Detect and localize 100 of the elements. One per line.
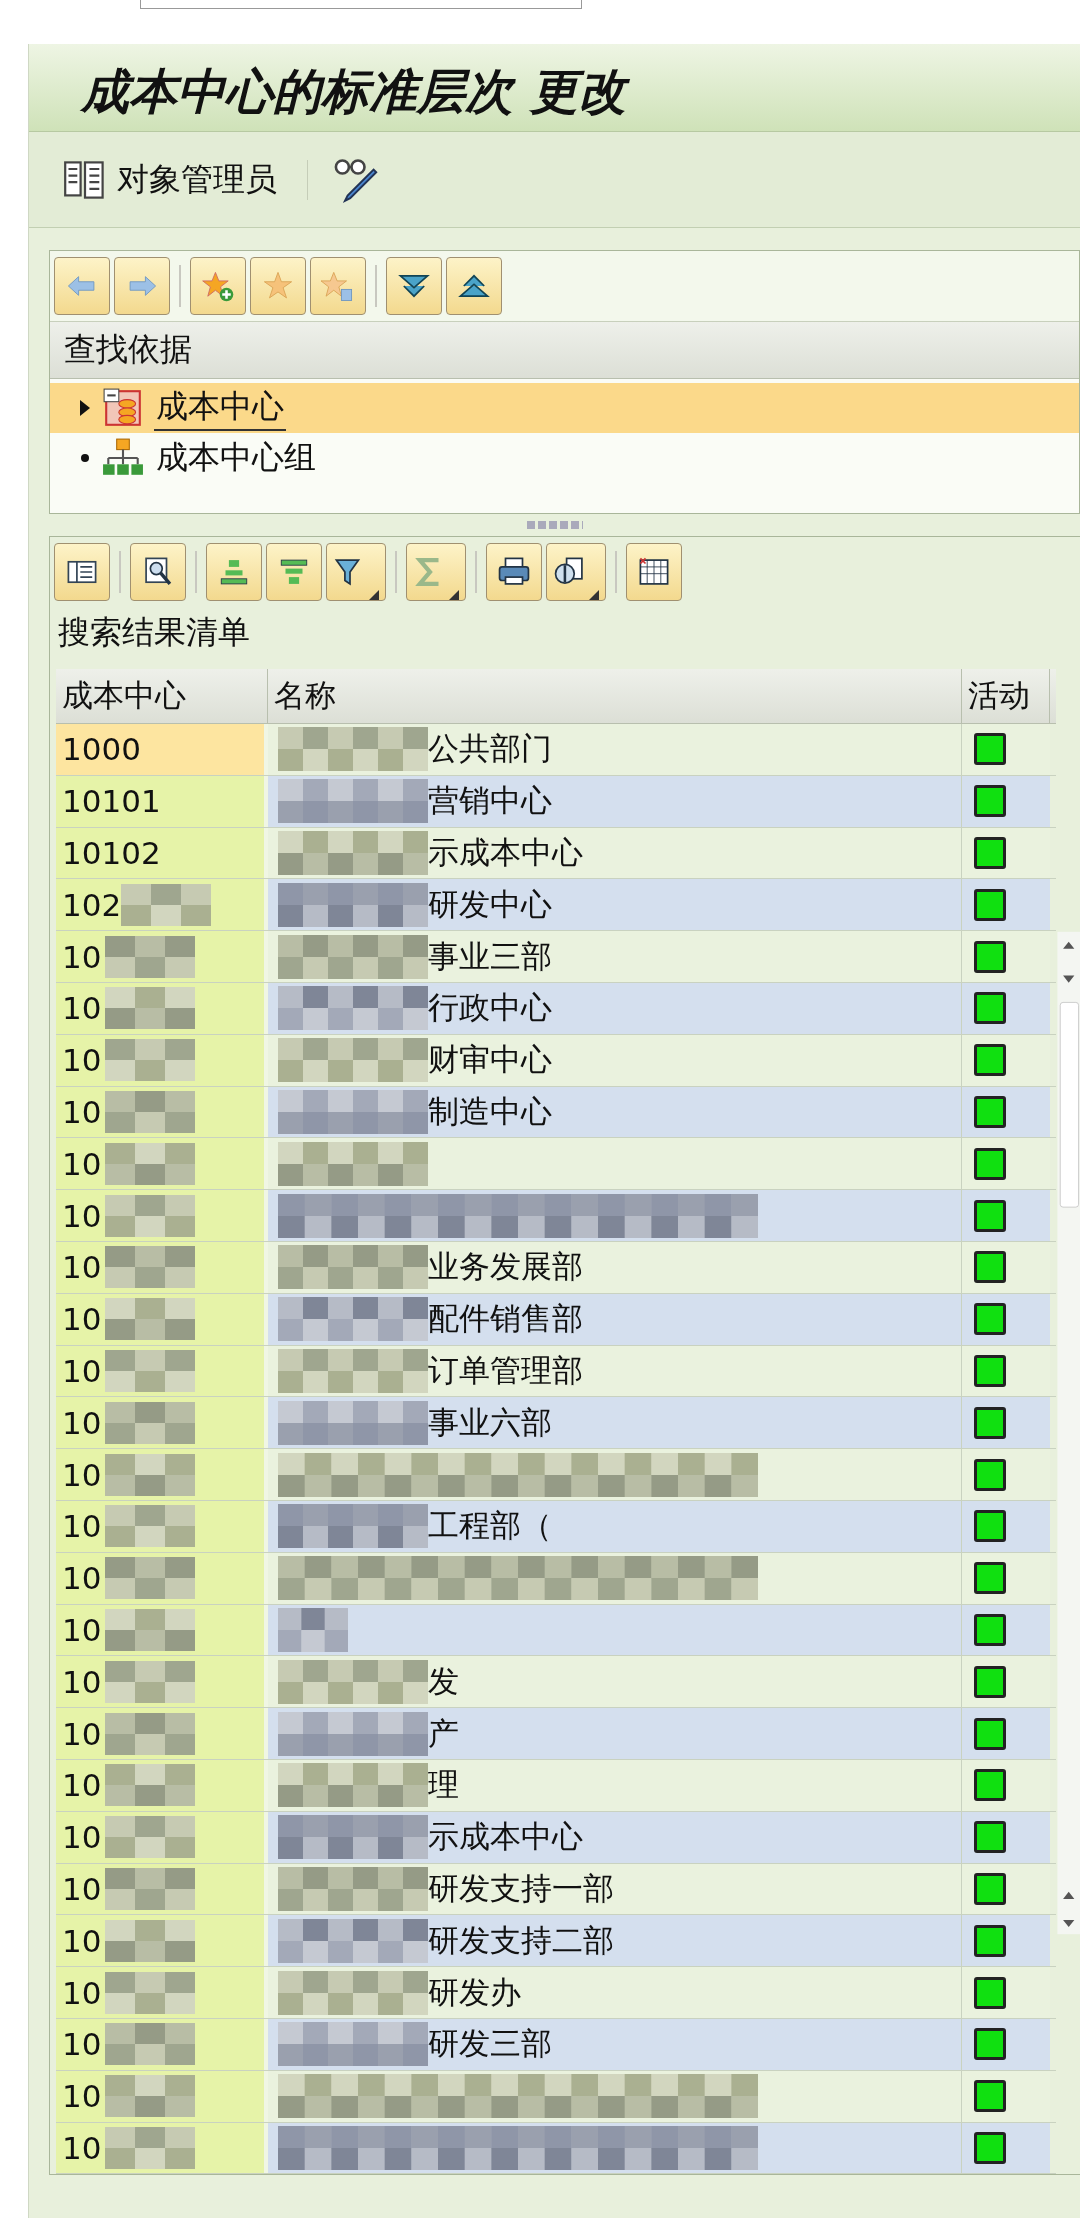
- star-trash-button[interactable]: [310, 257, 366, 315]
- cost-center-name: 工程部（: [428, 1506, 552, 1546]
- column-header[interactable]: 成本中心: [56, 669, 268, 723]
- cost-center-name: 理: [428, 1765, 459, 1805]
- print-button[interactable]: [486, 543, 542, 601]
- tree-item[interactable]: 成本中心: [154, 385, 286, 431]
- table-cell[interactable]: 10: [56, 1190, 268, 1241]
- cost-center-code: 10101: [62, 783, 161, 820]
- star-plus-icon: [201, 269, 235, 303]
- table-cell[interactable]: 1000: [56, 724, 268, 775]
- cost-center-name: 研发三部: [428, 2024, 552, 2064]
- table-cell[interactable]: 10: [56, 2070, 268, 2122]
- cost-center-name: 示成本中心: [428, 1817, 583, 1857]
- panel-heading: 查找依据: [50, 321, 1079, 379]
- cost-center-name: 示成本中心: [428, 833, 583, 872]
- cost-center-code: 10: [62, 1042, 102, 1079]
- cost-center-code: 10: [62, 2078, 102, 2115]
- table-cell[interactable]: 10: [56, 1034, 268, 1086]
- cost-center-code: 10: [62, 1508, 102, 1545]
- list-title: 搜索结果清单: [57, 612, 251, 653]
- table-cell[interactable]: 10: [56, 2122, 268, 2174]
- cost-center-name: 发: [428, 1661, 459, 1701]
- table-cell[interactable]: 102: [56, 879, 268, 931]
- cost-center-code: 10: [62, 1870, 102, 1907]
- table-cell[interactable]: 10: [56, 1449, 268, 1500]
- table-cell[interactable]: 10: [56, 1552, 268, 1604]
- table-cell[interactable]: 10: [56, 1241, 268, 1293]
- table-cell[interactable]: 10: [56, 1138, 268, 1190]
- table-cell[interactable]: 10: [56, 1604, 268, 1656]
- cost-center-icon: [102, 387, 144, 429]
- magnifier-button[interactable]: [130, 543, 186, 601]
- cost-center-code: 10: [62, 1145, 102, 1182]
- cost-center-code: 10: [62, 1715, 102, 1752]
- cost-center-code: 10: [62, 1197, 102, 1234]
- cost-center-name: 配件销售部: [428, 1299, 583, 1339]
- dropdown-icon: [369, 590, 379, 600]
- table-cell[interactable]: 10: [56, 2018, 268, 2070]
- forward-arrow-button[interactable]: [114, 257, 170, 315]
- sum-button[interactable]: [406, 543, 466, 601]
- star-button[interactable]: [250, 257, 306, 315]
- filter-button[interactable]: [326, 543, 386, 601]
- collapse-all-button[interactable]: [446, 257, 502, 315]
- cost-center-code: 10: [62, 1611, 102, 1648]
- column-header[interactable]: 活动: [962, 669, 1050, 723]
- back-arrow-button[interactable]: [54, 257, 110, 315]
- cost-center-code: 10: [62, 2026, 102, 2063]
- expand-all-button[interactable]: [386, 257, 442, 315]
- table-cell[interactable]: 10: [56, 983, 268, 1034]
- cost-center-code: 10: [62, 1560, 102, 1597]
- dropdown-icon: [449, 590, 459, 600]
- cost-center-name: 制造中心: [428, 1091, 552, 1131]
- cost-center-name: 公共部门: [428, 729, 552, 769]
- bullet-icon: [81, 454, 89, 462]
- cost-center-code: 10: [62, 1093, 102, 1130]
- cost-center-code: 10: [62, 1249, 102, 1286]
- layout-button[interactable]: [54, 543, 110, 601]
- cost-center-code: 10: [62, 1404, 102, 1441]
- table-cell[interactable]: 10: [56, 1086, 268, 1138]
- cost-center-name: 业务发展部: [428, 1247, 583, 1287]
- cost-center-code: 10: [62, 2129, 102, 2166]
- cost-center-name: 订单管理部: [428, 1350, 583, 1390]
- table-cell[interactable]: 10: [56, 1708, 268, 1759]
- table-cell[interactable]: 10: [56, 1345, 268, 1397]
- table-cell[interactable]: 10: [56, 1863, 268, 1915]
- table-cell[interactable]: 10: [56, 1656, 268, 1708]
- tree-item[interactable]: 成本中心组: [154, 436, 318, 480]
- cost-center-name: 行政中心: [428, 988, 552, 1028]
- cost-center-name: 财审中心: [428, 1040, 552, 1080]
- export-button[interactable]: [546, 543, 606, 601]
- table-cell[interactable]: 10: [56, 1967, 268, 2018]
- cost-center-name: 研发办: [428, 1972, 521, 2012]
- cost-center-name: 研发中心: [428, 884, 552, 924]
- cost-center-name: 研发支持二部: [428, 1920, 614, 1960]
- cost-center-code: 10: [62, 990, 102, 1027]
- table-cell[interactable]: 10: [56, 1500, 268, 1552]
- table-cell[interactable]: 10: [56, 931, 268, 982]
- table-cell[interactable]: 10: [56, 1397, 268, 1449]
- table-cell[interactable]: 10102: [56, 827, 268, 879]
- sort-ascending-button[interactable]: [206, 543, 262, 601]
- star-trash-icon: [321, 269, 355, 303]
- cost-center-name: 事业三部: [428, 936, 552, 976]
- table-cell[interactable]: 10101: [56, 775, 268, 827]
- table-cell[interactable]: 10: [56, 1293, 268, 1345]
- cost-center-code: 10: [62, 1456, 102, 1493]
- cost-center-name: 事业六部: [428, 1402, 552, 1442]
- dropdown-icon: [589, 590, 599, 600]
- table-cell[interactable]: 10: [56, 1811, 268, 1863]
- table-cell[interactable]: 10: [56, 1759, 268, 1811]
- star-plus-button[interactable]: [190, 257, 246, 315]
- spreadsheet-button[interactable]: [626, 543, 682, 601]
- splitter-handle[interactable]: [526, 521, 583, 529]
- column-header[interactable]: 名称: [268, 669, 962, 723]
- object-manager-button[interactable]: 对象管理员: [57, 153, 283, 206]
- cost-center-code: 10: [62, 1301, 102, 1338]
- cost-center-code: 10102: [62, 835, 161, 871]
- cost-center-code: 10: [62, 1352, 102, 1389]
- table-cell[interactable]: 10: [56, 1915, 268, 1967]
- cost-center-code: 10: [62, 1974, 102, 2011]
- cost-center-name: 研发支持一部: [428, 1868, 614, 1908]
- expand-arrow-icon[interactable]: [80, 400, 90, 416]
